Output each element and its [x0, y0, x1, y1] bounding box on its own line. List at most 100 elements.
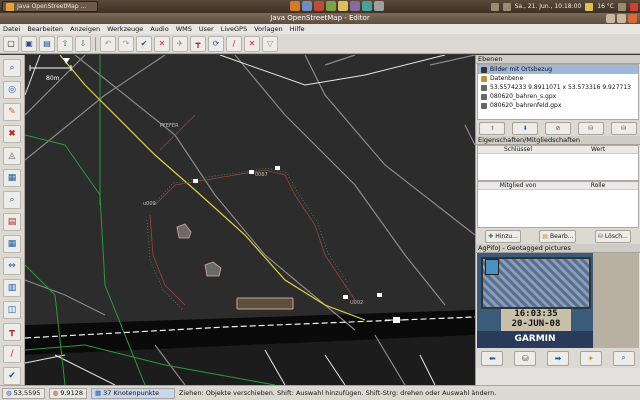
map-tool-icon[interactable]: ▤: [3, 213, 21, 231]
col-key-header[interactable]: Schlüssel: [478, 146, 558, 153]
network-icon[interactable]: [490, 2, 499, 11]
undo-icon[interactable]: ↶: [100, 35, 116, 52]
layer-item[interactable]: 53.5574233 9.8911071 x 53.573316 9.92771…: [478, 83, 638, 92]
add-button[interactable]: ✚ Hinzu...: [485, 229, 521, 243]
launcher-icon[interactable]: [326, 1, 336, 11]
next-photo-button[interactable]: ➡: [546, 350, 569, 366]
launcher-icon[interactable]: [314, 1, 324, 11]
window-titlebar[interactable]: Java OpenStreetMap - Editor: [0, 13, 640, 24]
zoom-photo-button[interactable]: ⌕: [612, 350, 635, 366]
menu-vorlagen[interactable]: Vorlagen: [254, 25, 283, 33]
toggle-visibility-button[interactable]: ⊘: [544, 121, 571, 135]
upload-icon[interactable]: ⇧: [57, 35, 73, 52]
layers-panel-title[interactable]: Ebenen: [476, 55, 640, 64]
delete-layer-button[interactable]: ⛁: [610, 121, 637, 135]
layer-item[interactable]: Bilder mit Ortsbezug: [478, 65, 638, 74]
menu-livegps[interactable]: LiveGPS: [221, 25, 247, 33]
extrude-icon[interactable]: ◬: [3, 147, 21, 165]
map-tool-icon[interactable]: ▦: [3, 235, 21, 253]
menu-bearbeiten[interactable]: Bearbeiten: [27, 25, 63, 33]
photo-panel-title[interactable]: AgPifoJ - Geotagged pictures: [476, 244, 640, 253]
maximize-button[interactable]: [617, 14, 626, 23]
desktop-top-panel: Java OpenStreetMap ... Sa., 21. Jun., 10…: [0, 0, 640, 13]
save-icon[interactable]: ▣: [21, 35, 37, 52]
launcher-icon[interactable]: [350, 1, 360, 11]
layer-item[interactable]: 080620_bahren_s.gpx: [478, 92, 638, 101]
move-up-button[interactable]: ⬆: [479, 121, 506, 135]
map-tool-icon[interactable]: ∕: [3, 345, 21, 363]
map-canvas[interactable]: [25, 55, 475, 385]
task-label: Java OpenStreetMap ...: [17, 3, 87, 10]
map-view[interactable]: 80m PFEFER u009 0067 U002: [25, 55, 475, 385]
tool-icon[interactable]: ∕: [226, 35, 242, 52]
minimize-button[interactable]: [606, 14, 615, 23]
tool-icon[interactable]: ✕: [154, 35, 170, 52]
menu-werkzeuge[interactable]: Werkzeuge: [107, 25, 143, 33]
layer-item[interactable]: 080620_bahrenfeld.gpx: [478, 101, 638, 110]
map-tool-icon[interactable]: ⇔: [3, 257, 21, 275]
map-label: u009: [143, 201, 156, 207]
launcher-icon[interactable]: [302, 1, 312, 11]
launcher-icon[interactable]: [374, 1, 384, 11]
redo-icon[interactable]: ↷: [118, 35, 134, 52]
menu-anzeigen[interactable]: Anzeigen: [70, 25, 100, 33]
menu-datei[interactable]: Datei: [3, 25, 20, 33]
building-selected[interactable]: [236, 297, 294, 310]
map-tool-icon[interactable]: ◫: [3, 301, 21, 319]
select-icon[interactable]: ◎: [3, 81, 21, 99]
map-tool-icon[interactable]: ┳: [3, 323, 21, 341]
new-icon[interactable]: ▢: [3, 35, 19, 52]
menu-hilfe[interactable]: Hilfe: [290, 25, 305, 33]
tool-icon[interactable]: ⟳: [208, 35, 224, 52]
tool-icon[interactable]: ▽: [262, 35, 278, 52]
launcher-icon[interactable]: [362, 1, 372, 11]
launcher-icon[interactable]: [290, 1, 300, 11]
left-tool-palette: ⌕ ◎ ✎ ✖ ◬ ▦ ⌕ ▤ ▦ ⇔ ▥ ◫ ┳ ∕ ✔: [0, 55, 25, 385]
tool-icon[interactable]: ┳: [190, 35, 206, 52]
properties-panel-title[interactable]: Eigenschaften/Mitgliedschaften: [476, 136, 640, 145]
merge-layer-button[interactable]: ⛁: [577, 121, 604, 135]
volume-icon[interactable]: [502, 2, 511, 11]
zoom-icon[interactable]: ⌕: [3, 59, 21, 77]
menu-audio[interactable]: Audio: [150, 25, 168, 33]
membership-table[interactable]: Mitglied von Rolle: [477, 181, 639, 228]
tool-icon[interactable]: ✕: [244, 35, 260, 52]
latitude-field: ◍ 53,5595: [2, 387, 45, 399]
power-icon[interactable]: [630, 2, 638, 11]
gpx-layer-icon: [481, 84, 487, 91]
download-icon[interactable]: ⇩: [75, 35, 91, 52]
temperature: 16 °C: [597, 3, 614, 10]
properties-table[interactable]: Schlüssel Wert: [477, 145, 639, 181]
prev-photo-button[interactable]: ⬅: [481, 350, 504, 366]
tool-icon[interactable]: ✈: [172, 35, 188, 52]
col-value-header[interactable]: Wert: [558, 146, 638, 153]
layer-item[interactable]: Datenbene: [478, 74, 638, 83]
photo-brand: GARMIN: [477, 331, 593, 348]
menu-user[interactable]: User: [199, 25, 214, 33]
map-tool-icon[interactable]: ▦: [3, 169, 21, 187]
taskbar-window-button[interactable]: Java OpenStreetMap ...: [2, 1, 98, 12]
col-member-header[interactable]: Mitglied von: [478, 182, 558, 189]
geotagged-photo: 16:03:35 20-JUN-08 GARMIN: [477, 253, 639, 348]
launcher-icon[interactable]: [338, 1, 348, 11]
edit-button[interactable]: ▤ Bearb...: [539, 229, 577, 243]
draw-icon[interactable]: ✎: [3, 103, 21, 121]
clock[interactable]: Sa., 21. Jun., 10:18:00: [515, 3, 582, 10]
delete-icon[interactable]: ✖: [3, 125, 21, 143]
photo-time: 16:03:35: [514, 309, 558, 319]
map-tool-icon[interactable]: ⌕: [3, 191, 21, 209]
check-icon[interactable]: ✔: [136, 35, 152, 52]
col-role-header[interactable]: Rolle: [558, 182, 638, 189]
map-tool-icon[interactable]: ▥: [3, 279, 21, 297]
data-layer-icon: [481, 75, 487, 82]
map-tool-icon[interactable]: ✔: [3, 367, 21, 385]
mail-icon[interactable]: [618, 2, 626, 11]
center-view-button[interactable]: ✦: [579, 350, 602, 366]
delete-button[interactable]: ⛁ Lösch...: [594, 229, 631, 243]
close-button[interactable]: [628, 14, 637, 23]
lat-icon: ◍: [6, 389, 12, 397]
menu-wms[interactable]: WMS: [176, 25, 192, 33]
open-icon[interactable]: ▤: [39, 35, 55, 52]
move-down-button[interactable]: ⬇: [512, 121, 539, 135]
delete-photo-button[interactable]: ⛁: [514, 350, 537, 366]
